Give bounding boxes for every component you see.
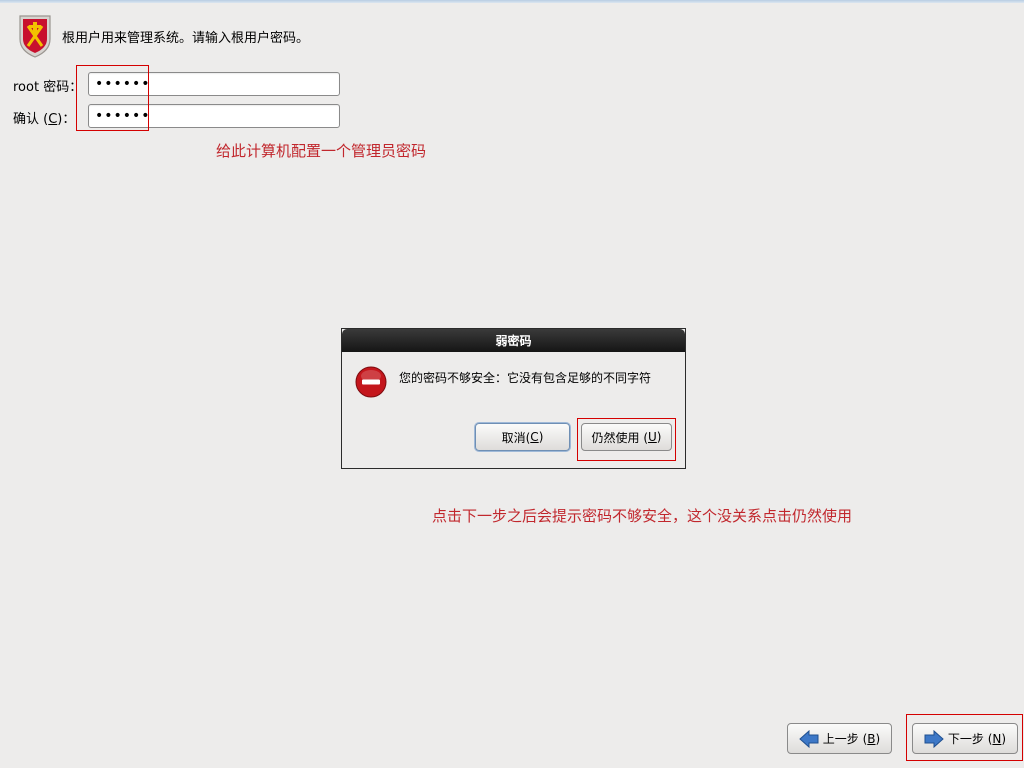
back-button[interactable]: 上一步 (B)	[787, 723, 892, 754]
password-annotation: 给此计算机配置一个管理员密码	[216, 142, 427, 160]
header-instruction: 根用户用来管理系统。请输入根用户密码。	[62, 30, 310, 46]
arrow-left-icon	[799, 729, 819, 748]
password-highlight-box	[76, 65, 149, 131]
cancel-button[interactable]: 取消(C)	[475, 423, 570, 451]
window-top-border	[0, 0, 1024, 3]
error-icon	[355, 366, 387, 398]
next-highlight-box	[906, 714, 1023, 761]
use-anyway-highlight-box	[577, 418, 676, 461]
page-header: 根用户用来管理系统。请输入根用户密码。	[16, 12, 309, 60]
shield-crest-icon	[19, 15, 51, 58]
dialog-message: 您的密码不够安全：它没有包含足够的不同字符	[399, 371, 652, 385]
dialog-title: 弱密码	[342, 329, 685, 352]
dialog-annotation: 点击下一步之后会提示密码不够安全，这个没关系点击仍然使用	[432, 507, 853, 525]
